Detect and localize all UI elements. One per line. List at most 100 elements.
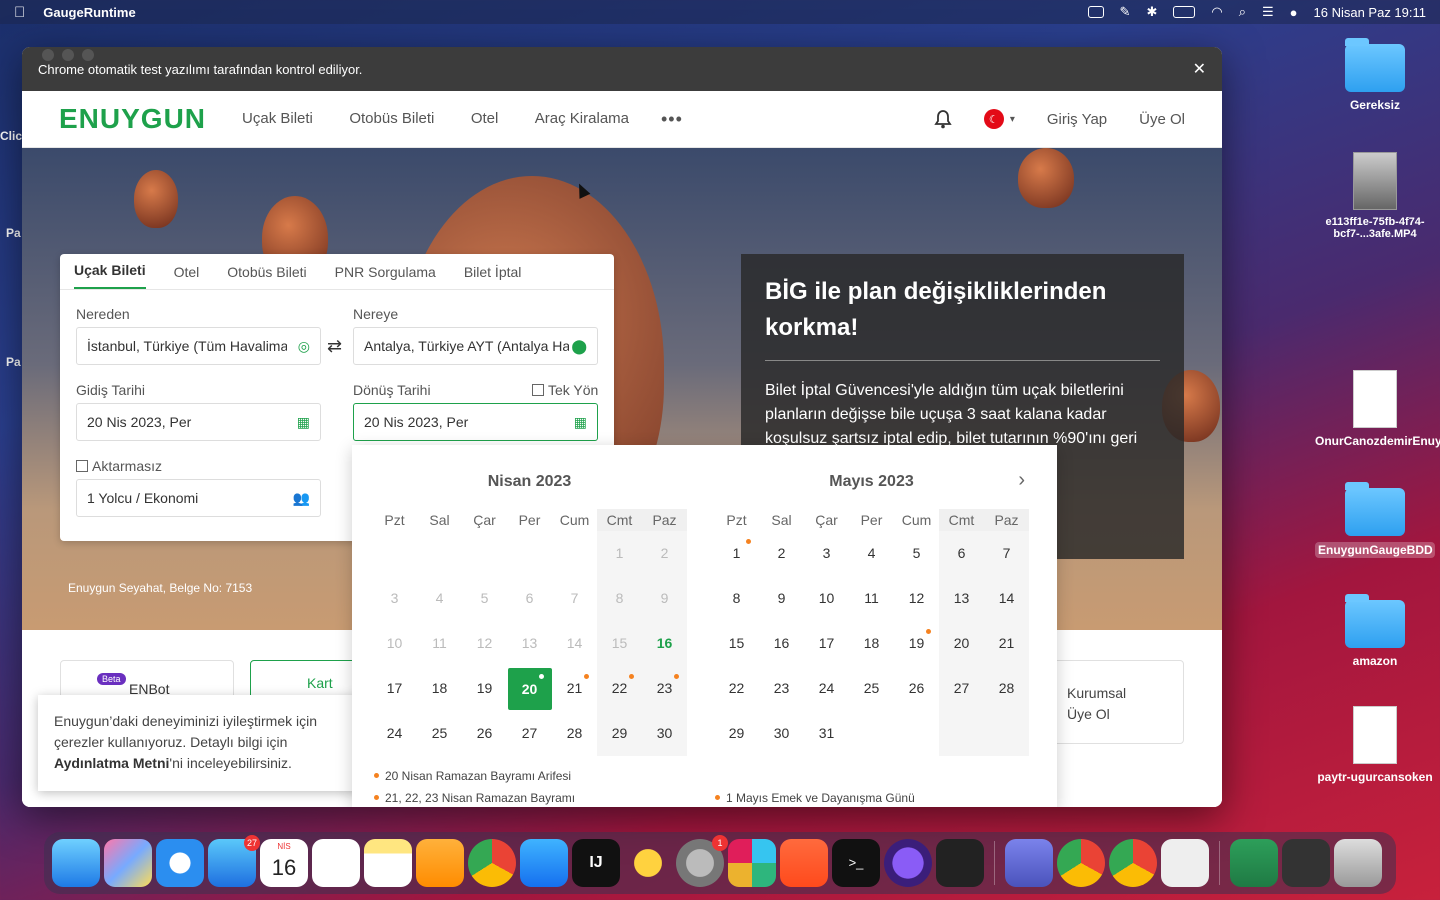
calendar-day[interactable]: 1 bbox=[714, 531, 759, 576]
calendar-day[interactable]: 22 bbox=[597, 666, 642, 711]
return-date-field[interactable]: 20 Nis 2023, Per ▦ bbox=[353, 403, 598, 441]
calendar-day[interactable]: 27 bbox=[939, 666, 984, 711]
calendar-day[interactable]: 21 bbox=[984, 621, 1029, 666]
desktop-folder-amazon[interactable]: amazon bbox=[1315, 594, 1435, 668]
slack-icon[interactable] bbox=[728, 839, 776, 887]
from-field[interactable]: İstanbul, Türkiye (Tüm Havalimanları) ◎ bbox=[76, 327, 321, 365]
swap-icon[interactable]: ⇄ bbox=[327, 336, 342, 357]
clock[interactable]: 16 Nisan Paz 19:11 bbox=[1314, 5, 1427, 20]
selected-day[interactable]: 20 bbox=[507, 666, 552, 711]
calendar-day[interactable]: 10 bbox=[804, 576, 849, 621]
launchpad-icon[interactable] bbox=[104, 839, 152, 887]
calendar-day[interactable]: 18 bbox=[849, 621, 894, 666]
calendar-day[interactable]: 26 bbox=[462, 711, 507, 756]
tab-ucak-bileti[interactable]: Uçak Bileti bbox=[74, 262, 146, 289]
close-window-button[interactable] bbox=[42, 49, 54, 61]
calendar-day[interactable]: 17 bbox=[372, 666, 417, 711]
calendar-day[interactable]: 19 bbox=[894, 621, 939, 666]
calendar-day[interactable]: 30 bbox=[642, 711, 687, 756]
spotlight-search-icon[interactable]: ⌕ bbox=[1239, 4, 1246, 20]
app-name[interactable]: GaugeRuntime bbox=[43, 5, 135, 20]
calendar-day[interactable]: 21 bbox=[552, 666, 597, 711]
calendar-day[interactable]: 8 bbox=[714, 576, 759, 621]
calendar-day[interactable]: 12 bbox=[894, 576, 939, 621]
calendar-day[interactable]: 22 bbox=[714, 666, 759, 711]
calendar-day[interactable]: 28 bbox=[984, 666, 1029, 711]
finder-icon[interactable] bbox=[52, 839, 100, 887]
notes-icon[interactable] bbox=[364, 839, 412, 887]
calendar-day[interactable]: 7 bbox=[984, 531, 1029, 576]
calendar-day[interactable]: 2 bbox=[759, 531, 804, 576]
calendar-day[interactable]: 16 bbox=[642, 621, 687, 666]
desktop-folder-enuygungaugebdd[interactable]: EnuygunGaugeBDD bbox=[1315, 482, 1435, 558]
desktop-file-video[interactable]: e113ff1e-75fb-4f74-bcf7-...3afe.MP4 bbox=[1315, 152, 1435, 240]
more-menu-icon[interactable]: ••• bbox=[661, 109, 683, 130]
teams-icon[interactable] bbox=[1005, 839, 1053, 887]
eclipse-app-icon[interactable] bbox=[884, 839, 932, 887]
battery-icon[interactable] bbox=[1173, 6, 1196, 18]
calendar-day[interactable]: 23 bbox=[642, 666, 687, 711]
chrome-icon[interactable] bbox=[1057, 839, 1105, 887]
oneway-checkbox[interactable]: Tek Yön bbox=[532, 382, 598, 398]
calendar-day[interactable]: 11 bbox=[849, 576, 894, 621]
desktop-file-doc[interactable]: OnurCanozdemirEnuygun bbox=[1315, 370, 1440, 448]
calendar-day[interactable]: 9 bbox=[759, 576, 804, 621]
next-month-icon[interactable]: › bbox=[1018, 469, 1025, 492]
close-icon[interactable]: ✕ bbox=[1193, 59, 1206, 79]
nav-ucak-bileti[interactable]: Uçak Bileti bbox=[242, 110, 313, 127]
passenger-field[interactable]: 1 Yolcu / Ekonomi 👥 bbox=[76, 479, 321, 517]
signup-link[interactable]: Üye Ol bbox=[1139, 111, 1185, 128]
calendar-app-icon[interactable]: NİS 16 bbox=[260, 839, 308, 887]
calendar-day[interactable]: 3 bbox=[804, 531, 849, 576]
calendar-day[interactable]: 26 bbox=[894, 666, 939, 711]
bell-icon[interactable] bbox=[934, 109, 952, 129]
calendar-day[interactable]: 6 bbox=[939, 531, 984, 576]
nav-otel[interactable]: Otel bbox=[471, 110, 499, 127]
terminal-icon[interactable]: >_ bbox=[832, 839, 880, 887]
logo[interactable]: ENUYGUN bbox=[59, 103, 206, 135]
java-app-icon[interactable] bbox=[1161, 839, 1209, 887]
login-link[interactable]: Giriş Yap bbox=[1047, 111, 1107, 128]
apple-menu-icon[interactable]:  bbox=[14, 4, 25, 21]
calendar-day[interactable]: 28 bbox=[552, 711, 597, 756]
nav-arac-kiralama[interactable]: Araç Kiralama bbox=[535, 110, 629, 127]
calendar-day[interactable]: 31 bbox=[804, 711, 849, 756]
chrome-icon[interactable] bbox=[1109, 839, 1157, 887]
tab-bilet-iptal[interactable]: Bilet İptal bbox=[464, 264, 522, 289]
location-target-icon[interactable]: ◎ bbox=[298, 338, 310, 355]
calendar-day[interactable]: 25 bbox=[417, 711, 462, 756]
depart-date-field[interactable]: 20 Nis 2023, Per ▦ bbox=[76, 403, 321, 441]
tab-pnr-sorgulama[interactable]: PNR Sorgulama bbox=[335, 264, 436, 289]
intellij-icon[interactable]: IJ bbox=[572, 839, 620, 887]
calendar-day[interactable]: 24 bbox=[372, 711, 417, 756]
calendar-day[interactable]: 29 bbox=[714, 711, 759, 756]
privacy-notice-link[interactable]: Aydınlatma Metni bbox=[54, 755, 169, 771]
wifi-icon[interactable]: ◠ bbox=[1211, 4, 1222, 20]
calendar-day[interactable]: 19 bbox=[462, 666, 507, 711]
to-field[interactable]: Antalya, Türkiye AYT (Antalya Havalimanı… bbox=[353, 327, 598, 365]
language-selector[interactable]: ☾ ▾ bbox=[983, 109, 1015, 129]
calendar-day[interactable]: 16 bbox=[759, 621, 804, 666]
tab-otobus-bileti[interactable]: Otobüs Bileti bbox=[227, 264, 306, 289]
chrome-icon[interactable] bbox=[468, 839, 516, 887]
pages-icon[interactable] bbox=[416, 839, 464, 887]
mail-icon[interactable]: 27 bbox=[208, 835, 260, 887]
tab-otel[interactable]: Otel bbox=[174, 264, 200, 289]
calendar-day[interactable]: 29 bbox=[597, 711, 642, 756]
calendar-day[interactable]: 13 bbox=[939, 576, 984, 621]
calendar-day[interactable]: 27 bbox=[507, 711, 552, 756]
calendar-day[interactable]: 30 bbox=[759, 711, 804, 756]
calendar-day[interactable]: 18 bbox=[417, 666, 462, 711]
bluetooth-icon[interactable]: ✱ bbox=[1146, 4, 1157, 20]
direct-checkbox[interactable]: Aktarmasız bbox=[76, 458, 162, 474]
minimize-window-button[interactable] bbox=[62, 49, 74, 61]
calendar-day[interactable]: 15 bbox=[714, 621, 759, 666]
postman-icon[interactable] bbox=[780, 839, 828, 887]
calendar-day[interactable]: 20 bbox=[939, 621, 984, 666]
reminders-icon[interactable] bbox=[312, 839, 360, 887]
trash-icon[interactable] bbox=[1334, 839, 1382, 887]
terminal-window-icon[interactable] bbox=[1282, 839, 1330, 887]
siri-icon[interactable]: ● bbox=[1290, 5, 1298, 20]
calendar-day[interactable]: 24 bbox=[804, 666, 849, 711]
calendar-day[interactable]: 4 bbox=[849, 531, 894, 576]
